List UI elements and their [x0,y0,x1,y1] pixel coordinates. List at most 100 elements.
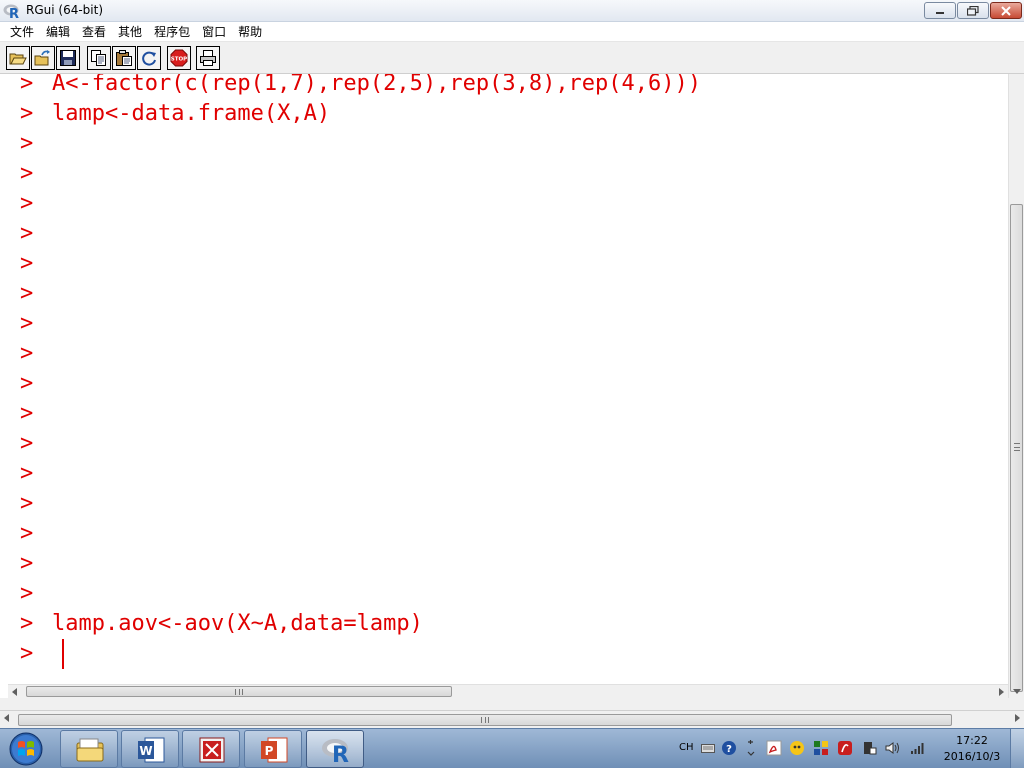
vertical-scroll-thumb[interactable] [1010,204,1023,692]
menu-file[interactable]: 文件 [4,23,40,41]
taskbar-pdf-reader[interactable] [182,730,240,768]
stop-icon: STOP [170,49,188,67]
prompt-symbol: > [20,131,34,156]
scroll-right-arrow-icon[interactable] [999,688,1004,696]
close-button[interactable] [990,2,1022,19]
keyboard-icon[interactable] [701,742,715,754]
scroll-left-arrow-icon[interactable] [4,714,9,722]
prompt-symbol: > [20,461,34,486]
prompt-symbol: > [20,611,34,636]
console-line: > [20,489,52,519]
taskbar-powerpoint[interactable]: P [244,730,302,768]
qq-icon[interactable] [789,740,805,756]
prompt-symbol: > [20,191,34,216]
scroll-right-arrow-icon[interactable] [1015,714,1020,722]
powerpoint-icon: P [261,737,288,763]
refresh-icon [142,51,156,66]
clock[interactable]: 17:22 2016/10/3 [940,733,1004,765]
horizontal-scroll-thumb[interactable] [18,714,952,726]
text-cursor [62,639,64,669]
clock-time: 17:22 [956,734,988,747]
console-line: > [20,219,52,249]
input-options-icon[interactable] [746,738,756,758]
minimize-button[interactable] [924,2,956,19]
restore-button[interactable] [957,2,989,19]
console-line: > lamp<-data.frame(X,A) [20,99,330,129]
prompt-symbol: > [20,581,34,606]
menu-help[interactable]: 帮助 [232,23,268,41]
load-workspace-icon [34,50,50,66]
menu-windows[interactable]: 窗口 [196,23,232,41]
refresh-button[interactable] [137,46,161,70]
vertical-scrollbar[interactable] [1008,74,1024,698]
explorer-icon [76,738,104,762]
console-line: > [20,279,52,309]
copy-icon [91,50,106,66]
language-indicator[interactable]: CH [679,742,694,753]
svg-text:W: W [139,744,152,758]
acrobat-icon[interactable] [766,740,782,756]
paste-button[interactable] [112,46,136,70]
taskbar-r[interactable]: R [306,730,364,768]
clock-date: 2016/10/3 [943,750,1001,763]
prompt-symbol: > [20,401,34,426]
console-horizontal-scrollbar[interactable] [8,684,1008,698]
prompt-symbol: > [20,641,34,666]
console-output[interactable]: > A<-factor(c(rep(1,7),rep(2,5),rep(3,8),… [8,74,1008,684]
window-controls [924,2,1022,19]
svg-text:R: R [332,743,349,765]
taskbar-explorer[interactable] [60,730,118,768]
close-icon [1001,5,1011,16]
console-line: > [20,399,52,429]
console-command: lamp.aov<-aov(X~A,data=lamp) [52,611,423,636]
status-strip [0,698,1024,710]
show-desktop-button[interactable] [1010,729,1024,768]
prompt-symbol: > [20,311,34,336]
r-logo-icon: R [3,4,19,20]
svg-text:R: R [9,7,19,20]
console-line: > [20,249,52,279]
prompt-symbol: > [20,371,34,396]
scroll-left-arrow-icon[interactable] [12,688,17,696]
console-input-line[interactable]: > [20,639,52,669]
console-line: > lamp.aov<-aov(X~A,data=lamp) [20,609,423,639]
console-line: > [20,519,52,549]
device-icon[interactable] [861,740,877,756]
scroll-down-arrow-icon[interactable] [1013,689,1021,694]
system-tray: CH ? [676,729,946,768]
volume-icon[interactable] [884,740,900,756]
copy-button[interactable] [87,46,111,70]
console-line: > [20,129,52,159]
prompt-symbol: > [20,74,34,96]
window-horizontal-scrollbar[interactable] [0,710,1024,728]
prompt-symbol: > [20,521,34,546]
antivirus-icon[interactable] [837,740,853,756]
horizontal-scroll-thumb[interactable] [26,686,452,697]
save-button[interactable] [56,46,80,70]
prompt-symbol: > [20,251,34,276]
toolbar: STOP [0,42,1024,74]
help-icon[interactable]: ? [721,740,737,756]
start-button[interactable] [6,731,46,767]
restore-icon [967,5,979,16]
menu-edit[interactable]: 编辑 [40,23,76,41]
network-signal-icon[interactable] [910,741,926,755]
word-icon: W [138,737,165,763]
minimize-icon [936,11,944,14]
prompt-symbol: > [20,341,34,366]
print-icon [200,50,216,66]
menu-packages[interactable]: 程序包 [148,23,196,41]
console-line: > [20,549,52,579]
menu-view[interactable]: 查看 [76,23,112,41]
r-logo-icon: R [322,739,349,765]
print-button[interactable] [196,46,220,70]
open-script-button[interactable] [6,46,30,70]
pdf-reader-icon [199,737,225,763]
load-workspace-button[interactable] [31,46,55,70]
stop-button[interactable]: STOP [167,46,191,70]
console-line: > [20,579,52,609]
taskbar-word[interactable]: W [121,730,179,768]
menu-misc[interactable]: 其他 [112,23,148,41]
console-line: > [20,309,52,339]
app-grid-icon[interactable] [813,740,829,756]
